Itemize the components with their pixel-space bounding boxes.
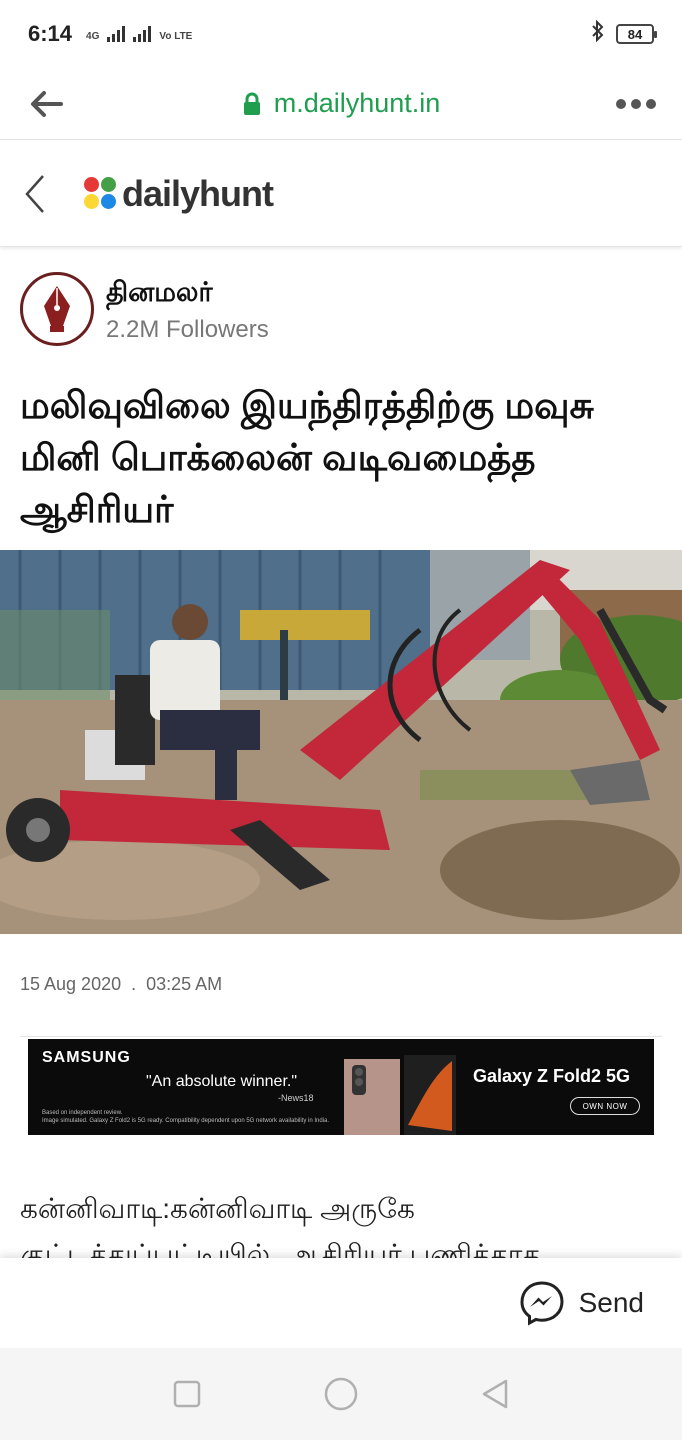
system-nav-bar (0, 1348, 682, 1440)
triangle-back-icon (482, 1379, 508, 1409)
divider (20, 1036, 662, 1037)
signal-2-tag: Vo LTE (159, 31, 193, 42)
publisher-followers: 2.2M Followers (106, 316, 269, 343)
dailyhunt-logo-text: dailyhunt (122, 172, 274, 214)
dailyhunt-logo-icon (84, 176, 118, 211)
ad-fine-print-2: Image simulated. Galaxy Z Fold2 is 5G re… (42, 1118, 330, 1124)
chevron-left-icon (25, 174, 44, 213)
dailyhunt-logo[interactable]: dailyhunt (84, 172, 274, 215)
back-button[interactable] (475, 1374, 515, 1414)
publisher-name[interactable]: தினமலர் (106, 274, 269, 310)
ad-quote: "An absolute winner." (146, 1073, 298, 1090)
publisher-logo[interactable] (20, 272, 94, 346)
ad-cta-button[interactable]: OWN NOW (570, 1097, 640, 1115)
url-field[interactable]: m.dailyhunt.in (242, 88, 441, 119)
ad-product: Galaxy Z Fold2 5G (473, 1066, 631, 1086)
url-text: m.dailyhunt.in (273, 88, 441, 118)
ad-fine-print-1: Based on independent review. (42, 1110, 123, 1116)
advertisement-banner[interactable]: SAMSUNG "An absolute winner." -News18 Ba… (28, 1039, 654, 1135)
more-options-button[interactable] (616, 98, 656, 109)
app-back-button[interactable] (24, 169, 54, 219)
status-bar: 6:14 4G Vo LTE 84 (0, 0, 682, 68)
recents-button[interactable] (167, 1374, 207, 1414)
ad-brand: SAMSUNG (42, 1049, 131, 1066)
article-dateline: 15 Aug 2020 . 03:25 AM (20, 974, 222, 995)
article-body: கன்னிவாடி:கன்னிவாடி அருகே குட்டத்துப்பட்… (20, 1193, 541, 1258)
browser-back-button[interactable] (26, 84, 66, 124)
bluetooth-icon (590, 19, 606, 48)
ad-source: -News18 (278, 1093, 314, 1103)
ad-phone-image (344, 1055, 456, 1135)
page: 6:14 4G Vo LTE 84 m.dailyhunt.in dailyhu… (0, 0, 682, 1440)
home-button[interactable] (321, 1374, 361, 1414)
status-time: 6:14 (28, 21, 73, 46)
article-date: 15 Aug 2020 (20, 974, 122, 994)
signal-1-tag: 4G (86, 31, 100, 42)
date-separator: . (131, 974, 137, 994)
circle-icon (324, 1377, 358, 1411)
publisher-text: தினமலர் 2.2M Followers (106, 274, 269, 344)
lock-icon (243, 92, 260, 115)
signal-indicators: 4G Vo LTE (86, 26, 192, 42)
status-right: 84 (590, 19, 657, 48)
battery-indicator: 84 (616, 24, 657, 44)
article-time: 03:25 AM (146, 974, 223, 994)
square-icon (173, 1380, 201, 1408)
signal-2-icon (133, 26, 152, 42)
publisher-info[interactable]: தினமலர் 2.2M Followers (20, 272, 269, 346)
browser-url-bar: m.dailyhunt.in (0, 68, 682, 140)
pen-nib-icon (44, 286, 70, 332)
messenger-icon (520, 1281, 564, 1326)
send-label: Send (578, 1287, 644, 1318)
send-button[interactable]: Send (519, 1280, 644, 1326)
signal-1-icon (107, 26, 126, 42)
arrow-left-icon (31, 90, 63, 117)
app-header: dailyhunt (0, 141, 682, 247)
share-bar: Send (0, 1258, 682, 1348)
article-hero-image[interactable] (0, 550, 682, 934)
article-headline: மலிவுவிலை இயந்திரத்திற்கு மவுசு மினி பொக… (20, 385, 594, 530)
